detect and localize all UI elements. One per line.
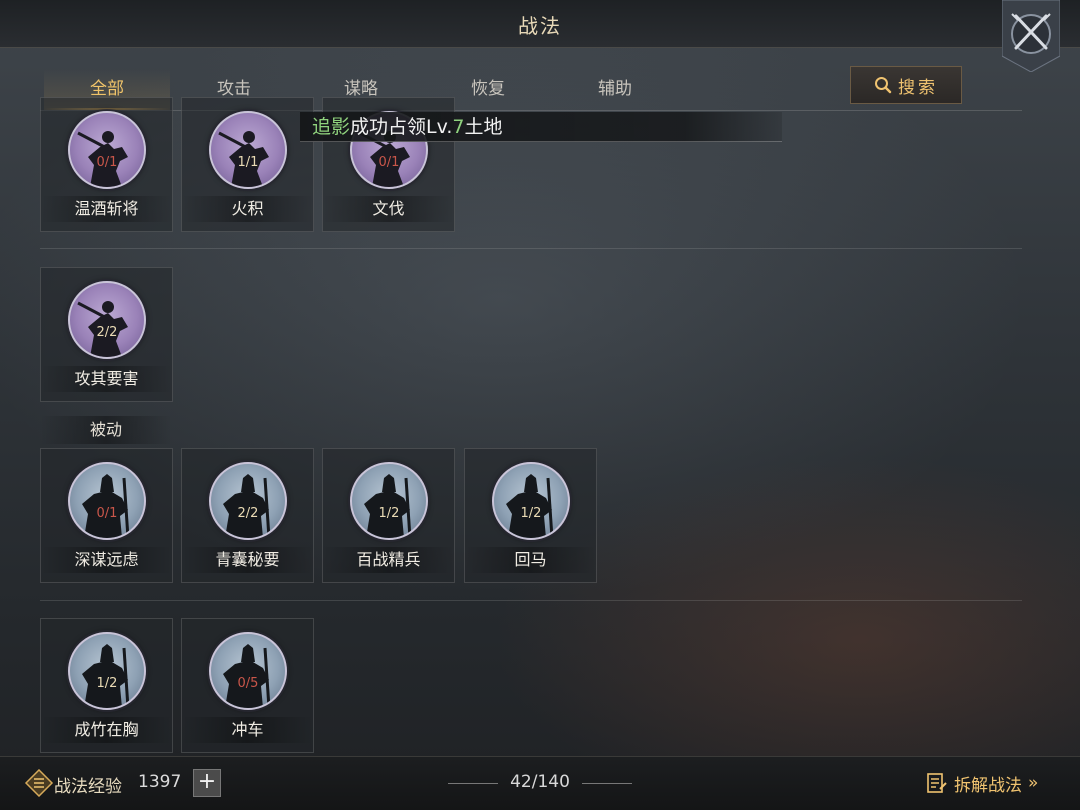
skill-card[interactable]: 0/1 深谋远虑 bbox=[40, 448, 173, 583]
page-line-right bbox=[582, 783, 632, 784]
row-divider bbox=[40, 600, 1022, 601]
blue-armored-warrior-icon bbox=[492, 462, 570, 540]
skill-count: 0/1 bbox=[96, 506, 118, 521]
skill-name: 回马 bbox=[465, 547, 596, 573]
skill-count: 0/5 bbox=[237, 676, 259, 691]
purple-warrior-icon bbox=[68, 281, 146, 359]
skill-count: 0/1 bbox=[96, 155, 118, 170]
blue-armored-warrior-icon bbox=[209, 462, 287, 540]
skill-count-total: 42/140 bbox=[510, 772, 570, 792]
search-label: 搜索 bbox=[898, 77, 938, 98]
skill-card[interactable]: 2/2 攻其要害 bbox=[40, 267, 173, 402]
skill-name: 百战精兵 bbox=[323, 547, 454, 573]
close-button[interactable] bbox=[1002, 0, 1060, 72]
banner-player: 追影 bbox=[312, 116, 351, 138]
disassemble-label: 拆解战法 bbox=[954, 775, 1022, 796]
skill-name: 温酒斩将 bbox=[41, 196, 172, 222]
blue-armored-warrior-icon bbox=[68, 632, 146, 710]
skill-count: 2/2 bbox=[96, 325, 118, 340]
skill-name: 青囊秘要 bbox=[182, 547, 313, 573]
blue-armored-warrior-icon bbox=[68, 462, 146, 540]
skill-count: 2/2 bbox=[237, 506, 259, 521]
banner-message: 成功占领Lv. bbox=[350, 116, 453, 138]
banner-suffix: 土地 bbox=[464, 116, 503, 138]
skill-card[interactable]: 1/2 回马 bbox=[464, 448, 597, 583]
banner-level: 7 bbox=[452, 116, 465, 138]
document-edit-icon bbox=[927, 773, 947, 793]
skill-name: 火积 bbox=[182, 196, 313, 222]
skill-card[interactable]: 1/1 火积 bbox=[181, 97, 314, 232]
skill-count: 0/1 bbox=[378, 155, 400, 170]
disassemble-skills-button[interactable]: 拆解战法 » bbox=[926, 768, 1056, 798]
passive-section-label: 被动 bbox=[40, 416, 172, 444]
skill-card[interactable]: 1/2 成竹在胸 bbox=[40, 618, 173, 753]
page-line-left bbox=[448, 783, 498, 784]
skill-count: 1/2 bbox=[378, 506, 400, 521]
skill-card[interactable]: 1/2 百战精兵 bbox=[322, 448, 455, 583]
search-button[interactable]: 搜索 bbox=[850, 66, 962, 104]
add-exp-button[interactable]: + bbox=[193, 769, 221, 797]
skill-exp-label: 战法经验 bbox=[54, 777, 122, 797]
crossed-swords-icon bbox=[1002, 0, 1060, 72]
double-chevron-right-icon: » bbox=[1028, 773, 1039, 793]
skill-count: 1/1 bbox=[237, 155, 259, 170]
purple-warrior-icon bbox=[68, 111, 146, 189]
skill-name: 冲车 bbox=[182, 717, 313, 743]
skill-name: 攻其要害 bbox=[41, 366, 172, 392]
skill-card[interactable]: 0/5 冲车 bbox=[181, 618, 314, 753]
skill-name: 深谋远虑 bbox=[41, 547, 172, 573]
search-icon bbox=[875, 77, 892, 94]
skill-name: 文伐 bbox=[323, 196, 454, 222]
blue-armored-warrior-icon bbox=[350, 462, 428, 540]
row-divider bbox=[40, 248, 1022, 249]
skill-count: 1/2 bbox=[96, 676, 118, 691]
purple-warrior-icon bbox=[209, 111, 287, 189]
blue-armored-warrior-icon bbox=[209, 632, 287, 710]
skill-exp-value: 1397 bbox=[138, 772, 182, 792]
skill-card[interactable]: 2/2 青囊秘要 bbox=[181, 448, 314, 583]
skill-exp-icon bbox=[24, 768, 54, 798]
page-title: 战法 bbox=[518, 14, 562, 38]
skill-name: 成竹在胸 bbox=[41, 717, 172, 743]
notification-banner: 追影成功占领Lv.7土地 bbox=[300, 112, 782, 142]
tab-assist[interactable]: 辅助 bbox=[552, 68, 678, 110]
skill-card[interactable]: 0/1 温酒斩将 bbox=[40, 97, 173, 232]
skill-count: 1/2 bbox=[520, 506, 542, 521]
